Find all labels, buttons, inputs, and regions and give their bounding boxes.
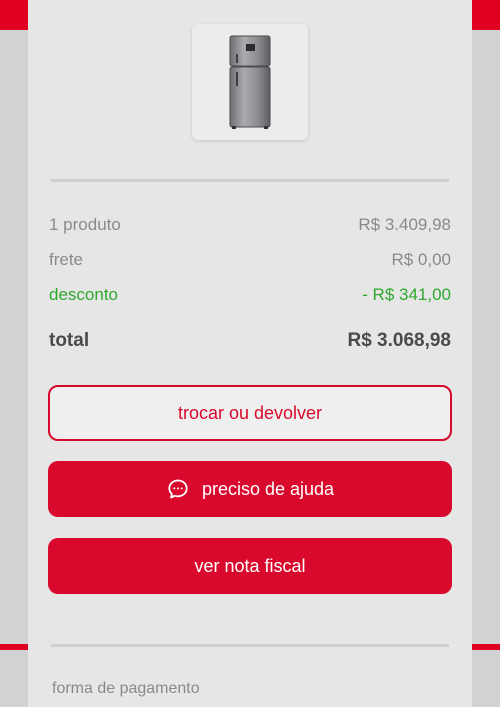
summary-row-items: 1 produto R$ 3.409,98: [49, 215, 451, 235]
items-label: 1 produto: [49, 215, 121, 234]
total-value: R$ 3.068,98: [347, 330, 451, 351]
right-accent-bar: [472, 0, 500, 30]
right-accent-bar-lower: [472, 644, 500, 650]
summary-row-total: total R$ 3.068,98: [49, 330, 451, 352]
divider-top: [51, 179, 449, 182]
left-accent-bar-lower: [0, 644, 28, 650]
items-value: R$ 3.409,98: [358, 215, 451, 234]
help-button[interactable]: preciso de ajuda: [48, 461, 452, 517]
discount-value: - R$ 341,00: [362, 285, 451, 304]
divider-bottom: [51, 644, 449, 647]
return-button[interactable]: trocar ou devolver: [48, 385, 452, 441]
product-thumbnail[interactable]: [192, 24, 308, 140]
refrigerator-icon: [229, 35, 271, 129]
shipping-label: frete: [49, 250, 84, 269]
shipping-value: R$ 0,00: [391, 250, 451, 269]
left-accent-bar: [0, 0, 28, 30]
invoice-button-label: ver nota fiscal: [194, 555, 306, 576]
chat-bubble-icon: [166, 477, 190, 501]
payment-section-label: forma de pagamento: [52, 680, 200, 697]
summary-row-shipping: frete R$ 0,00: [49, 250, 451, 270]
return-button-label: trocar ou devolver: [177, 402, 323, 423]
order-detail-card: 1 produto R$ 3.409,98 frete R$ 0,00 desc…: [28, 0, 472, 707]
help-button-label: preciso de ajuda: [201, 478, 335, 499]
total-label: total: [49, 330, 90, 351]
invoice-button[interactable]: ver nota fiscal: [48, 538, 452, 594]
discount-label: desconto: [49, 285, 118, 304]
summary-row-discount: desconto - R$ 341,00: [49, 285, 451, 305]
